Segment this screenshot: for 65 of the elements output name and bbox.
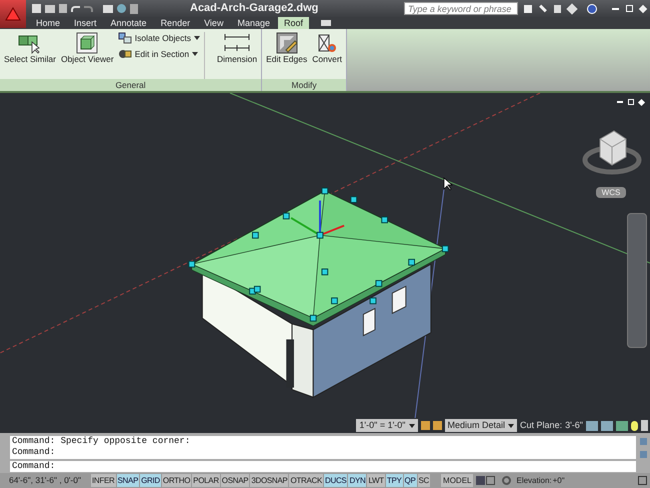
redo-icon[interactable] <box>84 6 93 12</box>
status-toggle[interactable]: POLAR <box>192 474 220 487</box>
edit-edges-icon <box>276 32 298 54</box>
ribbon-tool-button[interactable]: Dimension <box>216 32 258 79</box>
status-toggle[interactable]: OSNAP <box>220 474 250 487</box>
ribbon-tab[interactable]: Manage <box>231 17 276 29</box>
caret-icon[interactable] <box>194 36 200 40</box>
status-toggle[interactable]: 3DOSNAP <box>250 474 288 487</box>
ribbon-tab[interactable]: Render <box>154 17 196 29</box>
window-title: Acad-Arch-Garage2.dwg <box>190 1 318 16</box>
publish-icon[interactable] <box>117 4 126 13</box>
restore-icon[interactable] <box>628 99 634 105</box>
caret-icon[interactable] <box>408 424 415 428</box>
annotation-scale-dropdown[interactable]: 1'-0" = 1'-0" <box>356 419 418 432</box>
command-input-field[interactable]: Command: <box>10 461 636 472</box>
status-toggle[interactable]: GRID <box>140 474 161 487</box>
application-menu-button[interactable] <box>0 0 26 28</box>
status-toggle[interactable]: DUCS <box>324 474 348 487</box>
isolate-icon <box>118 32 132 44</box>
status-toggle[interactable]: INFER <box>91 474 116 487</box>
help-icon[interactable] <box>587 4 597 14</box>
ribbon-tab[interactable]: Annotate <box>104 17 153 29</box>
drawing-viewport[interactable]: WCS 1'-0" = 1'-0" Medium Detail Cut Plane: 3'-6" <box>0 93 650 433</box>
cut-plane-label: Cut Plane: <box>520 418 562 432</box>
status-toggle[interactable]: LWT <box>367 474 385 487</box>
section-icon <box>118 48 132 60</box>
status-toggle[interactable]: TPY <box>386 474 403 487</box>
ribbon-tab[interactable]: View <box>198 17 230 29</box>
dimension-icon <box>222 32 252 54</box>
model-space-button[interactable]: MODEL <box>441 474 474 487</box>
status-toggle[interactable]: SNAP <box>116 474 140 487</box>
command-history-line: Command: <box>12 447 56 458</box>
ribbon-tab[interactable]: Roof <box>278 17 309 29</box>
ribbon-tool-button[interactable]: Select Similar <box>3 32 57 79</box>
detail-level-dropdown[interactable]: Medium Detail <box>444 419 518 432</box>
cube-window-icon <box>76 32 98 54</box>
elevation-label: Elevation: <box>516 474 552 486</box>
undo-icon[interactable] <box>71 6 80 12</box>
ribbon-tool-button[interactable]: Object Viewer <box>60 32 115 79</box>
elevation-value[interactable]: +0" <box>552 474 565 486</box>
panel-title: Modify <box>262 79 346 91</box>
ribbon-small-button[interactable]: Isolate Objects <box>118 32 200 45</box>
cursor-icon <box>443 177 453 191</box>
ribbon-tab[interactable]: Insert <box>68 17 103 29</box>
command-history-line: Command: Specify opposite corner: <box>12 436 192 447</box>
status-toggle[interactable]: ORTHO <box>162 474 192 487</box>
caret-icon[interactable] <box>192 52 198 56</box>
status-toggle[interactable]: SC <box>418 474 430 487</box>
caret-icon[interactable] <box>508 424 514 428</box>
cut-plane-value[interactable]: 3'-6" <box>565 418 583 432</box>
status-toggle[interactable]: DYN <box>348 474 366 487</box>
lightbulb-icon[interactable] <box>631 420 638 430</box>
logo-icon <box>5 7 21 21</box>
coordinates-readout: 64'-6", 31'-6" , 0'-0" <box>8 474 82 487</box>
status-toggle[interactable]: QP <box>404 474 417 487</box>
ribbon-tab[interactable]: Home <box>30 17 66 29</box>
search-field[interactable]: Type a keyword or phrase <box>404 2 518 15</box>
ribbon-small-button[interactable]: Edit in Section <box>118 48 200 60</box>
ribbon-tool-button[interactable]: Edit Edges <box>265 32 308 79</box>
convert-icon <box>316 32 338 54</box>
ribbon-tool-button[interactable]: Convert <box>311 32 344 79</box>
status-toggle[interactable]: OTRACK <box>289 474 323 487</box>
minimize-icon[interactable] <box>612 8 619 10</box>
restore-icon[interactable] <box>626 5 633 12</box>
panel-title: General <box>0 79 262 91</box>
